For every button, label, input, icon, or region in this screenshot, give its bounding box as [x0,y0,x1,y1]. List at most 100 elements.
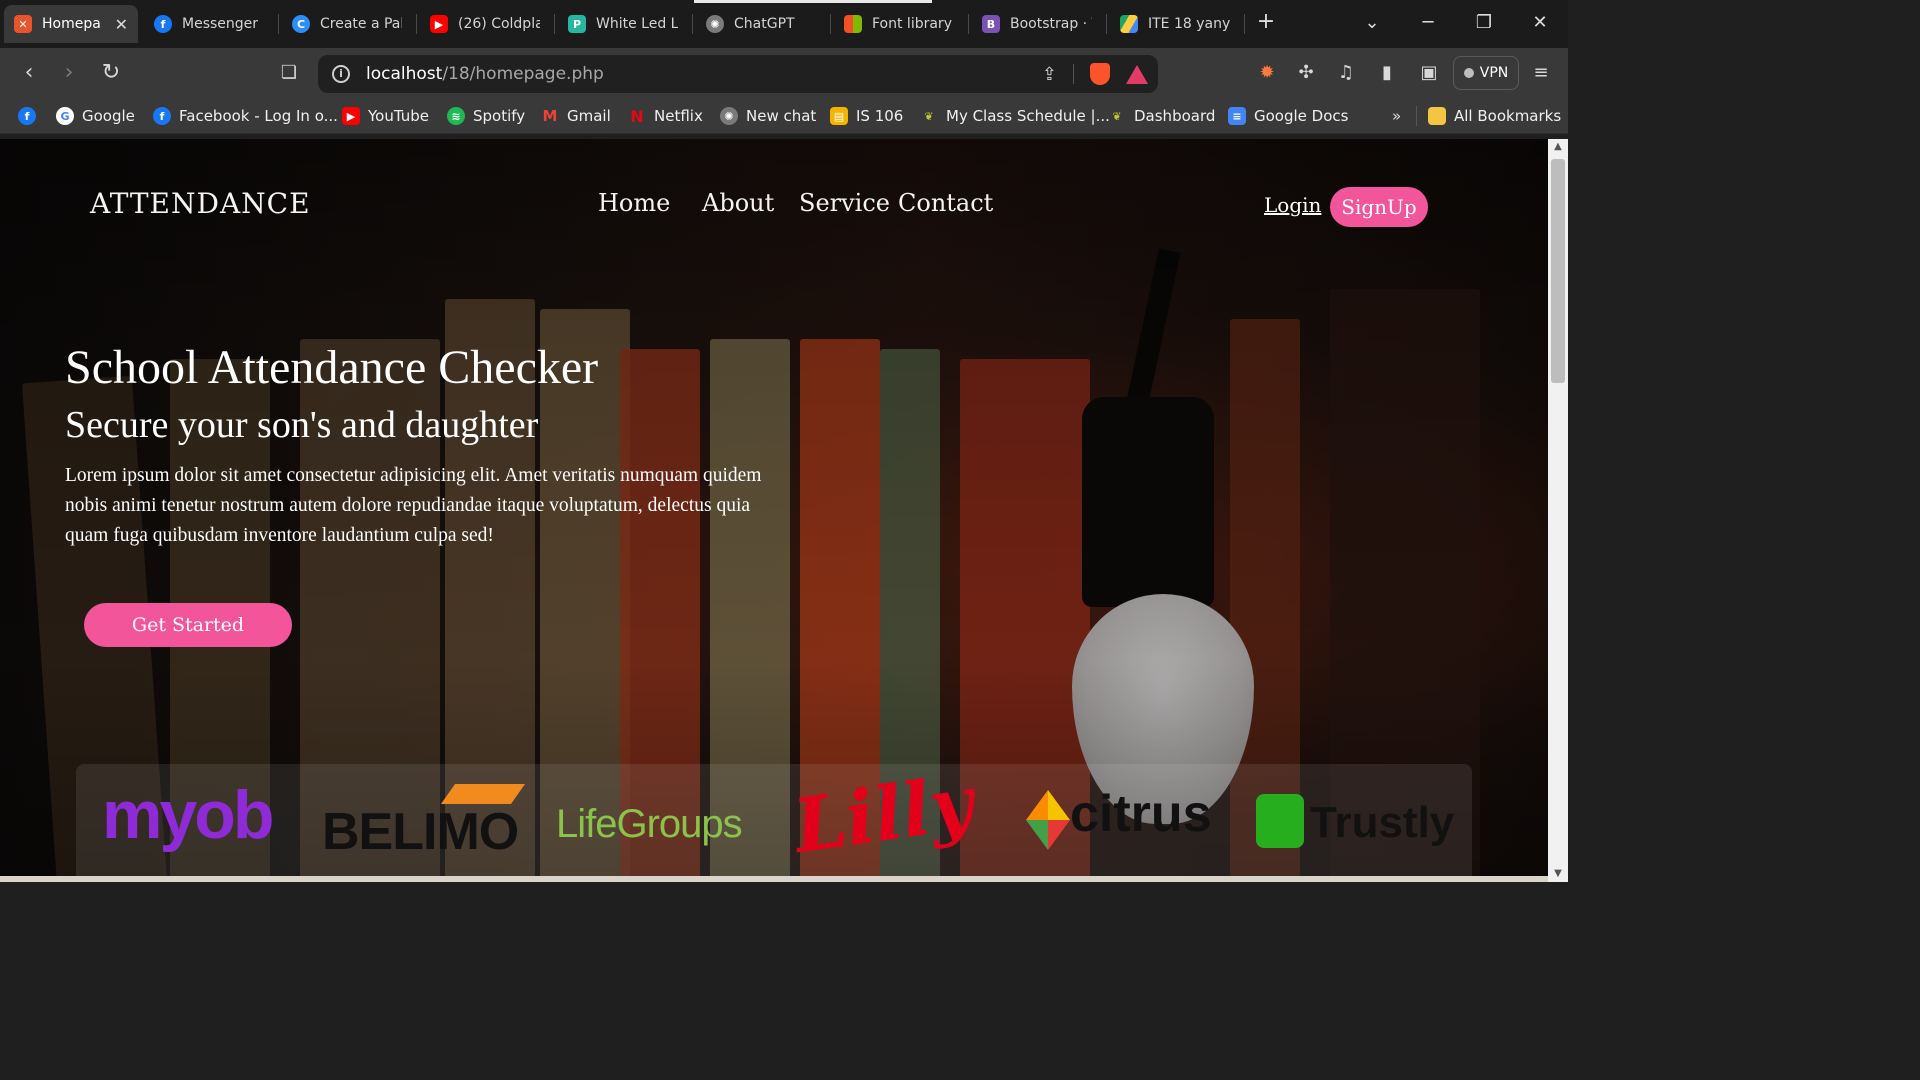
tab-title: Homepa [42,16,101,32]
tab-title: Messenger | [182,16,264,32]
vpn-status-icon [1463,68,1474,78]
bookmark-dashboard[interactable]: ❦ Dashboard [1108,105,1215,127]
vpn-button[interactable]: VPN [1453,56,1519,90]
url-text[interactable]: localhost/18/homepage.php [366,64,604,84]
brave-news-icon[interactable]: ✹ [1255,61,1279,85]
tab-title: Bootstrap · T [1010,16,1092,32]
nav-home[interactable]: Home [598,189,670,217]
nav-contact[interactable]: Contact [898,189,993,217]
reload-icon[interactable]: ↻ [98,60,124,86]
belimo-mark-icon [440,784,526,804]
bookmark-google-docs[interactable]: ≡ Google Docs [1228,105,1348,127]
tab-chatgpt[interactable]: ✺ ChatGPT [696,5,826,43]
bookmark-icon[interactable]: ❏ [276,60,302,86]
tab-font-library[interactable]: Font library [834,5,964,43]
bookmark-gmail[interactable]: M Gmail [541,105,611,127]
docs-icon: ≡ [1228,107,1246,125]
brave-rewards-icon[interactable] [1126,64,1148,84]
dashboard-icon: ❦ [1112,109,1122,123]
spotify-icon: ≋ [447,107,465,125]
partner-logos-strip: myob BELIMO LifeGroups Lilly citrus Trus… [76,760,1472,882]
lilly-logo: Lilly [788,759,979,871]
back-arrow-icon[interactable]: ‹ [16,60,42,86]
tab-youtube[interactable]: ▶ (26) Coldpla [420,5,550,43]
youtube-icon: ▶ [430,15,448,33]
new-tab-button[interactable]: + [1254,10,1278,34]
bookmark-netflix[interactable]: N Netflix [628,105,703,127]
bookmark-facebook[interactable]: f [18,105,36,127]
brave-shields-icon[interactable] [1090,63,1110,85]
restore-icon[interactable]: ❐ [1464,6,1504,40]
tab-homepage[interactable]: ✕ Homepa ✕ [4,5,138,43]
all-bookmarks-button[interactable]: All Bookmarks [1428,105,1561,127]
bookmark-is106[interactable]: ▤ IS 106 [830,105,903,127]
bookmark-label: Google Docs [1254,107,1349,125]
hero-title: School Attendance Checker [65,341,599,394]
bookmark-label: All Bookmarks [1454,107,1562,125]
omnibox-divider [1073,64,1074,84]
bookmark-facebook-login[interactable]: f Facebook - Log In o... [153,105,338,127]
bookmark-new-chat[interactable]: ✺ New chat [720,105,816,127]
site-logo[interactable]: ATTENDANCE [90,187,311,220]
share-icon[interactable]: ⇪ [1042,64,1057,85]
tab-search-chevron-icon[interactable]: ⌄ [1352,6,1392,40]
page-scrollbar[interactable]: ▲ ▼ [1548,139,1568,882]
extensions-icon[interactable]: ✣ [1294,61,1318,85]
belimo-logo: BELIMO [322,803,519,861]
get-started-button[interactable]: Get Started [84,603,292,647]
netflix-icon: N [630,106,644,126]
close-window-icon[interactable]: ✕ [1520,6,1560,40]
forward-arrow-icon[interactable]: › [56,60,82,86]
myob-logo: myob [102,777,274,853]
close-tab-icon[interactable]: ✕ [115,15,128,34]
tab-bootstrap[interactable]: B Bootstrap · T [972,5,1102,43]
media-icon[interactable]: ♫ [1334,61,1358,85]
folder-icon [1428,107,1446,125]
nav-about[interactable]: About [702,189,774,217]
tab-white-led[interactable]: P White Led Li [558,5,688,43]
loading-indicator [694,0,932,3]
hero-section: School Attendance Checker Secure your so… [65,339,785,551]
scrollbar-thumb[interactable] [1551,159,1565,383]
browser-toolbar: ‹ › ↻ ❏ i localhost/18/homepage.php ⇪ ✹ … [0,48,1568,98]
tab-bar: ✕ Homepa ✕ f Messenger | C Create a Pale… [0,0,1568,48]
bootstrap-icon: B [982,15,1000,33]
pinterest-icon: P [568,15,586,33]
tab-ite18[interactable]: ITE 18 yanya [1110,5,1240,43]
lifegroups-logo: LifeGroups [556,802,743,846]
tab-messenger[interactable]: f Messenger | [144,5,274,43]
more-bookmarks-button[interactable]: » [1392,105,1401,127]
hero-description: Lorem ipsum dolor sit amet consectetur a… [65,465,762,546]
sidebar-icon[interactable]: ▮ [1375,61,1399,85]
tab-title: White Led Li [596,16,678,32]
google-icon: G [56,107,74,125]
bookmark-label: IS 106 [856,107,904,125]
bookmarks-divider [1416,106,1417,126]
drive-icon [1120,15,1138,33]
bookmark-spotify[interactable]: ≋ Spotify [447,105,525,127]
tab-divider [278,14,279,34]
scroll-down-icon[interactable]: ▼ [1548,866,1568,882]
nav-service[interactable]: Service [799,189,890,217]
address-bar[interactable]: i localhost/18/homepage.php ⇪ [318,55,1158,93]
login-link[interactable]: Login [1264,193,1321,217]
scroll-up-icon[interactable]: ▲ [1548,139,1568,155]
bookmark-google[interactable]: G Google [56,105,135,127]
vpn-label: VPN [1479,65,1509,81]
tab-title: ITE 18 yanya [1148,16,1230,32]
tab-divider [554,14,555,34]
tab-divider [1244,14,1245,34]
tab-divider [1106,14,1107,34]
bookmark-youtube[interactable]: ▶ YouTube [342,105,429,127]
bookmark-label: Gmail [567,107,611,125]
signup-button[interactable]: SignUp [1330,187,1428,227]
wallet-icon[interactable]: ▣ [1417,61,1441,85]
chatgpt-icon: ✺ [706,15,724,33]
tab-title: (26) Coldpla [458,16,540,32]
facebook-icon: f [18,107,36,125]
bookmark-class-schedule[interactable]: ❦ My Class Schedule |... [920,105,1109,127]
minimize-icon[interactable]: ─ [1408,6,1448,40]
site-info-icon[interactable]: i [332,65,350,83]
tab-canva[interactable]: C Create a Pale [282,5,412,43]
menu-icon[interactable]: ≡ [1529,61,1553,85]
